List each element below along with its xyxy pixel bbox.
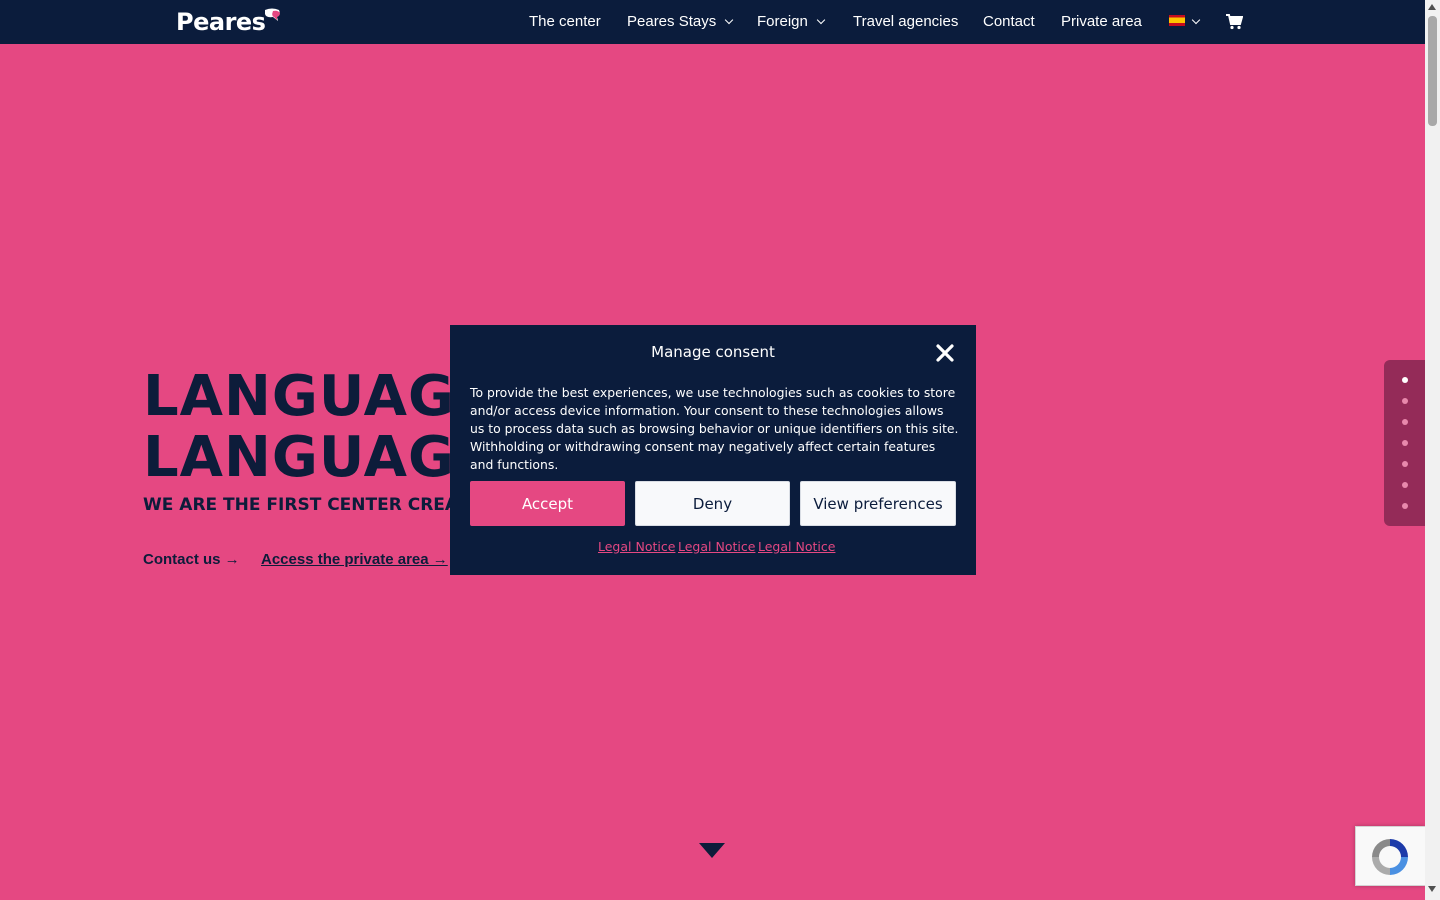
nav-item-contact[interactable]: Contact <box>983 13 1035 30</box>
consent-text: To provide the best experiences, we use … <box>470 385 959 472</box>
chevron-down-icon <box>724 15 734 25</box>
peares-logo[interactable]: Peares <box>176 8 266 36</box>
chevron-down-icon <box>816 15 826 25</box>
chevron-down-icon <box>1191 15 1201 25</box>
nav-item-the-center[interactable]: The center <box>529 13 601 30</box>
hero-title: LANGUAGE LANGUAGE <box>143 366 494 488</box>
recaptcha-badge[interactable] <box>1355 826 1425 886</box>
recaptcha-icon <box>1372 839 1408 875</box>
nav-item-travel-agencies[interactable]: Travel agencies <box>853 13 958 30</box>
section-dot-4[interactable] <box>1402 440 1408 446</box>
section-dot-5[interactable] <box>1402 461 1408 467</box>
section-dot-7[interactable] <box>1402 503 1408 509</box>
legal-notice-link[interactable]: Legal Notice <box>598 539 675 554</box>
section-dot-2[interactable] <box>1402 398 1408 404</box>
page-scrollbar[interactable] <box>1425 0 1440 900</box>
private-area-link[interactable]: Access the private area → <box>261 551 448 568</box>
consent-title: Manage consent <box>651 343 775 361</box>
nav-item-private-area[interactable]: Private area <box>1061 13 1142 30</box>
scroll-down-icon[interactable] <box>1428 886 1436 892</box>
legal-notice-link[interactable]: Legal Notice <box>758 539 835 554</box>
language-dropdown[interactable] <box>1191 13 1201 30</box>
nav-label: The center <box>529 13 601 30</box>
scroll-up-icon[interactable] <box>1428 4 1436 10</box>
nav-item-foreign[interactable]: Foreign <box>757 13 826 30</box>
section-dot-1[interactable] <box>1402 377 1408 383</box>
hero-subtitle: WE ARE THE FIRST CENTER CREATE <box>143 495 480 515</box>
site-header: Peares The center Peares Stays Foreign T… <box>0 0 1425 44</box>
hero-title-line2: LANGUAGE <box>143 425 495 490</box>
nav-label: Peares Stays <box>627 13 717 30</box>
consent-dialog: Manage consent To provide the best exper… <box>450 325 976 575</box>
accept-button[interactable]: Accept <box>470 481 625 526</box>
nav-label: Foreign <box>757 13 808 30</box>
contact-us-link[interactable]: Contact us → <box>143 551 240 568</box>
hero-title-line1: LANGUAGE <box>143 364 495 429</box>
section-dot-6[interactable] <box>1402 482 1408 488</box>
deny-button[interactable]: Deny <box>635 481 790 526</box>
legal-notice-link[interactable]: Legal Notice <box>678 539 755 554</box>
nav-label: Travel agencies <box>853 13 959 30</box>
nav-label: Private area <box>1061 13 1142 30</box>
section-dots-nav <box>1384 360 1425 526</box>
nav-item-peares-stays[interactable]: Peares Stays <box>627 13 734 30</box>
cart-icon[interactable] <box>1226 14 1243 30</box>
close-icon[interactable] <box>936 344 954 362</box>
scroll-down-arrow-icon[interactable] <box>699 843 725 858</box>
scrollbar-thumb[interactable] <box>1428 16 1437 126</box>
view-preferences-button[interactable]: View preferences <box>800 481 956 526</box>
spain-flag-icon[interactable] <box>1169 15 1185 26</box>
logo-speech-bubble-icon <box>265 8 280 21</box>
section-dot-3[interactable] <box>1402 419 1408 425</box>
nav-label: Contact <box>983 13 1035 30</box>
